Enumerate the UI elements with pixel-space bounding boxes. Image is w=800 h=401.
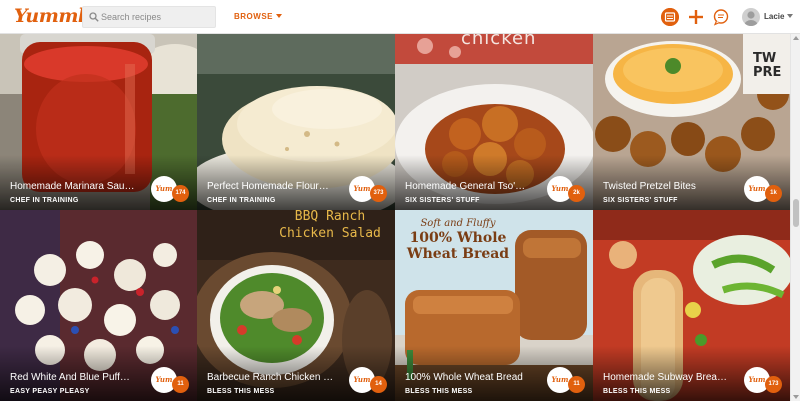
recipe-source[interactable]: SIX SISTERS' STUFF — [405, 197, 480, 204]
search-box[interactable] — [82, 6, 216, 28]
recipe-card[interactable]: BBQ Ranch Chicken Salad Barbecue Ranch C… — [197, 210, 395, 401]
chevron-down-icon — [787, 14, 794, 18]
yum-count-badge: 373 — [370, 185, 387, 202]
image-caption-text: chicken — [461, 34, 537, 49]
yums-icon[interactable] — [661, 8, 679, 26]
yum-count-badge: 11 — [568, 376, 585, 393]
chevron-down-icon — [276, 14, 282, 18]
recipe-source[interactable]: CHEF IN TRAINING — [10, 197, 79, 204]
avatar-icon — [744, 11, 758, 26]
plus-icon[interactable] — [687, 8, 705, 26]
scroll-up-arrow-icon[interactable] — [793, 36, 799, 40]
caption-line: Soft and Fluffy — [420, 218, 496, 229]
caption-line: Wheat Bread — [406, 246, 510, 262]
recipe-source[interactable]: SIX SISTERS' STUFF — [603, 197, 678, 204]
scrollbar-thumb[interactable] — [793, 199, 799, 227]
yum-count-badge: 2k — [568, 185, 585, 202]
browse-label: BROWSE — [234, 12, 273, 21]
username-label: Lacie — [764, 12, 785, 21]
recipe-title[interactable]: Homemade General Tso'… — [405, 181, 535, 192]
yum-count-badge: 173 — [765, 376, 782, 393]
recipe-title[interactable]: Homemade Marinara Sau… — [10, 181, 140, 192]
yum-count-badge: 174 — [172, 185, 189, 202]
recipe-title[interactable]: Homemade Subway Brea… — [603, 372, 733, 383]
recipe-title[interactable]: 100% Whole Wheat Bread — [405, 372, 535, 383]
recipe-title[interactable]: Twisted Pretzel Bites — [603, 181, 733, 192]
page-scrollbar[interactable] — [790, 34, 800, 401]
yum-count-badge: 14 — [370, 376, 387, 393]
image-caption-text: Soft and Fluffy 100% Whole Wheat Bread — [399, 218, 517, 262]
recipe-source[interactable]: BLESS THIS MESS — [207, 388, 275, 395]
scroll-down-arrow-icon[interactable] — [793, 395, 799, 399]
recipe-card[interactable]: Perfect Homemade Flour… CHEF IN TRAINING… — [197, 34, 395, 210]
recipe-card[interactable]: TW PRE Twisted Pretzel Bites SIX SISTERS… — [593, 34, 790, 210]
browse-menu-button[interactable]: BROWSE — [234, 12, 282, 21]
recipe-source[interactable]: BLESS THIS MESS — [405, 388, 473, 395]
yum-count-badge: 1k — [765, 185, 782, 202]
image-caption-text: BBQ Ranch Chicken Salad — [265, 210, 395, 242]
recipe-title[interactable]: Red White And Blue Puff… — [10, 372, 140, 383]
search-input[interactable] — [101, 9, 213, 25]
top-navigation-bar: Yummly™ BROWSE Lacie — [0, 0, 800, 34]
recipe-source[interactable]: BLESS THIS MESS — [603, 388, 671, 395]
caption-line: BBQ Ranch — [294, 210, 366, 224]
search-icon — [89, 12, 99, 22]
recipe-card[interactable]: Soft and Fluffy 100% Whole Wheat Bread 1… — [395, 210, 593, 401]
recipe-title[interactable]: Perfect Homemade Flour… — [207, 181, 337, 192]
image-caption-text: TW PRE — [753, 51, 782, 80]
user-menu-button[interactable]: Lacie — [764, 12, 794, 21]
caption-line: 100% Whole — [409, 230, 507, 246]
recipe-card[interactable]: Red White And Blue Puff… EASY PEASY PLEA… — [0, 210, 197, 401]
user-avatar[interactable] — [742, 8, 760, 26]
recipe-title[interactable]: Barbecue Ranch Chicken … — [207, 372, 337, 383]
recipe-grid: Homemade Marinara Sau… CHEF IN TRAINING … — [0, 34, 790, 401]
caption-line: Chicken Salad — [279, 226, 381, 241]
recipe-source[interactable]: EASY PEASY PLEASY — [10, 388, 90, 395]
recipe-card[interactable]: chicken Homemade General Tso'… SIX SISTE… — [395, 34, 593, 210]
recipe-card[interactable]: Homemade Marinara Sau… CHEF IN TRAINING … — [0, 34, 197, 210]
recipe-card[interactable]: Homemade Subway Brea… BLESS THIS MESS Yu… — [593, 210, 790, 401]
recipe-source[interactable]: CHEF IN TRAINING — [207, 197, 276, 204]
chat-bubble-icon[interactable] — [712, 8, 730, 26]
yum-count-badge: 11 — [172, 376, 189, 393]
